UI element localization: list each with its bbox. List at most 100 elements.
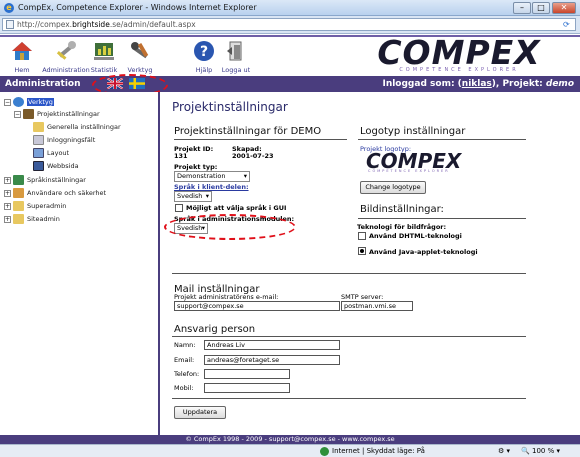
tree-label: Superadmin — [27, 202, 67, 210]
globe-icon — [320, 446, 329, 456]
expand-icon[interactable]: + — [4, 189, 11, 197]
tree-label: Språkinställningar — [27, 176, 86, 184]
responsible-person-title: Ansvarig person — [174, 324, 256, 335]
tree-label: Generella inställningar — [47, 123, 121, 131]
tree-item-projektinstallningar[interactable]: − Projektinställningar — [14, 109, 100, 119]
tree-item-webbsida[interactable]: Webbsida — [33, 161, 79, 171]
expand-icon[interactable]: + — [4, 176, 11, 184]
minimize-button[interactable]: – — [513, 2, 531, 14]
tree-item-superadmin[interactable]: + Superadmin — [4, 201, 66, 211]
phone-input[interactable] — [204, 369, 290, 379]
tree-item-generella[interactable]: Generella inställningar — [33, 122, 121, 132]
divider — [358, 139, 526, 140]
nav-logga-ut-label: Logga ut — [221, 66, 251, 74]
smtp-input[interactable]: postman.vmi.se — [341, 301, 413, 311]
chart-icon — [94, 43, 114, 60]
name-label: Namn: — [174, 341, 196, 349]
divider — [358, 218, 526, 219]
expand-icon[interactable]: + — [4, 215, 11, 223]
page-title: Projektinställningar — [172, 100, 288, 114]
mobile-input[interactable] — [204, 383, 290, 393]
client-language-link[interactable]: Språk i klient-delen: — [174, 183, 249, 191]
window-title: CompEx, Competence Explorer - Windows In… — [18, 3, 257, 12]
refresh-icon[interactable]: ⟳ — [563, 20, 572, 29]
admin-email-input[interactable]: support@compex.se — [174, 301, 340, 311]
dhtml-radio[interactable] — [358, 232, 366, 240]
mobile-label: Mobil: — [174, 384, 194, 392]
tree-item-sprakinstallningar[interactable]: + Språkinställningar — [4, 175, 86, 185]
main-content: Projektinställningar Projektinställninga… — [162, 92, 580, 435]
help-icon: ? — [194, 41, 214, 61]
users-icon — [13, 188, 24, 198]
zone-label: Internet | Skyddat läge: På — [332, 447, 425, 455]
tree-item-inloggningsfalt[interactable]: Inloggningsfält — [33, 135, 95, 145]
nav-verktyg-label: Verktyg — [127, 66, 153, 74]
change-logotype-button[interactable]: Change logotype — [360, 181, 426, 194]
tree-label: Användare och säkerhet — [27, 189, 107, 197]
annotation-oval-admin-language — [164, 214, 296, 240]
allow-language-label: Möjligt att välja språk i GUI — [186, 204, 287, 212]
created-value: 2001-07-23 — [232, 152, 274, 160]
url-field[interactable]: http://compex.brightside.se/admin/defaul… — [2, 18, 576, 31]
webpage-icon — [33, 161, 44, 171]
project-logo-subtitle: COMPETENCE EXPLORER — [368, 169, 450, 173]
folder-tools-icon — [23, 109, 34, 119]
tree-label: Siteadmin — [27, 215, 60, 223]
allow-language-checkbox[interactable] — [175, 204, 183, 212]
status-bar: Internet | Skyddat läge: På ⚙ ▾ 🔍 100 % … — [0, 444, 580, 457]
name-input[interactable]: Andreas Liv — [204, 340, 340, 350]
nav-logga-ut[interactable]: Logga ut — [216, 40, 256, 74]
sidebar: − Verktyg − Projektinställningar Generel… — [0, 92, 160, 435]
phone-label: Telefon: — [174, 370, 200, 378]
collapse-icon[interactable]: − — [4, 98, 11, 106]
close-button[interactable]: ✕ — [552, 2, 576, 14]
form-icon — [33, 135, 44, 145]
divider — [172, 398, 526, 399]
footer: © CompEx 1998 - 2009 - support@compex.se… — [0, 435, 580, 444]
security-zone: Internet | Skyddat läge: På — [320, 446, 425, 456]
project-type-label: Projekt typ: — [174, 163, 218, 171]
project-settings-title: Projektinställningar för DEMO — [174, 126, 322, 137]
window-titlebar: e CompEx, Competence Explorer - Windows … — [0, 0, 580, 16]
project-id-value: 131 — [174, 152, 188, 160]
nav-home[interactable]: Hem — [2, 40, 42, 74]
tree-label: Projektinställningar — [37, 110, 100, 118]
folder-icon — [13, 201, 24, 211]
project-type-select[interactable]: Demonstration ▾ — [174, 171, 250, 182]
administration-label: Administration — [5, 79, 81, 89]
url-text: http://compex.brightside.se/admin/defaul… — [17, 20, 196, 29]
tree-item-anvandare[interactable]: + Användare och säkerhet — [4, 188, 106, 198]
user-link[interactable]: niklas — [462, 79, 492, 89]
layout-icon — [33, 148, 44, 158]
collapse-icon[interactable]: − — [14, 110, 21, 118]
java-label: Använd Java-applet-teknologi — [369, 248, 478, 256]
logout-icon — [227, 41, 242, 61]
language-icon — [13, 175, 24, 185]
tools-icon — [131, 42, 149, 59]
client-language-select[interactable]: Svedish ▾ — [174, 191, 212, 202]
tree-label: Inloggningsfält — [47, 136, 96, 144]
address-bar: http://compex.brightside.se/admin/defaul… — [0, 16, 580, 34]
home-icon — [12, 42, 32, 60]
email-input[interactable]: andreas@foretaget.se — [204, 355, 340, 365]
divider — [172, 273, 526, 274]
expand-icon[interactable]: + — [4, 202, 11, 210]
java-radio[interactable] — [358, 247, 366, 255]
globe-icon — [13, 97, 24, 107]
tree-item-siteadmin[interactable]: + Siteadmin — [4, 214, 60, 224]
zoom-control[interactable]: 🔍 100 % ▾ — [521, 447, 560, 455]
update-button[interactable]: Uppdatera — [174, 406, 226, 419]
nav-verktyg[interactable]: Verktyg — [120, 40, 160, 74]
tree-label: Webbsida — [47, 162, 79, 170]
maximize-button[interactable]: □ — [532, 2, 550, 14]
tree-item-verktyg[interactable]: − Verktyg — [4, 97, 54, 107]
smtp-label: SMTP server: — [341, 293, 384, 301]
nav-statistik[interactable]: Statistik — [84, 40, 124, 74]
top-navigation: Hem Administration Statistik Verktyg ? H… — [0, 35, 580, 76]
tree-label: Layout — [47, 149, 70, 157]
security-icon[interactable]: ⚙ ▾ — [498, 447, 510, 455]
tree-item-layout[interactable]: Layout — [33, 148, 69, 158]
wrench-icon — [56, 41, 76, 60]
nav-statistik-label: Statistik — [90, 66, 118, 74]
nav-home-label: Hem — [14, 66, 30, 74]
